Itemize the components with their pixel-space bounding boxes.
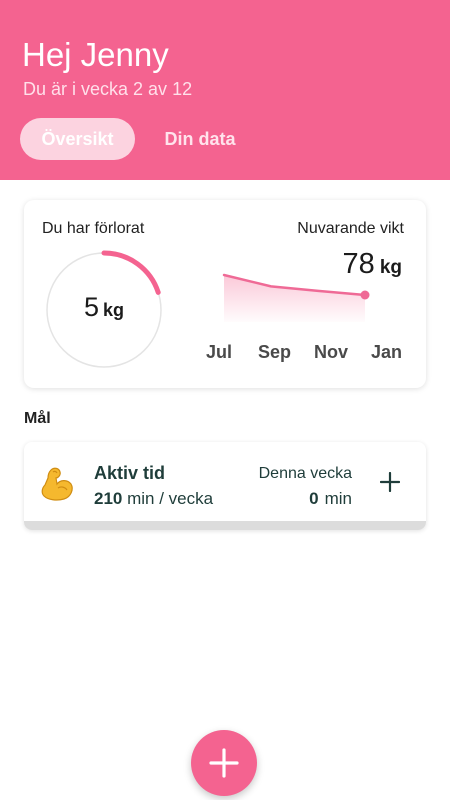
add-activity-icon[interactable] [380,472,400,492]
weight-lost-value: 5 kg [43,292,165,323]
weight-trend-current-point [360,290,370,300]
goal-card-footer-strip [24,521,426,530]
add-activity-plus [380,472,400,492]
goal-target-number: 210 [94,489,123,508]
this-week-unit: min [324,489,352,508]
biceps-shape [41,467,73,501]
ring-progress-arc [101,250,161,295]
month-label-nov: Nov [314,342,349,362]
month-label-jan: Jan [371,342,403,362]
this-week-label: Denna vecka [258,465,352,482]
flexed-biceps-icon [41,467,73,501]
tab-overview[interactable]: Översikt [20,118,135,160]
weight-lost-unit: kg [103,300,125,320]
weight-trend-chart [222,273,370,322]
goal-title: Aktiv tid [94,463,166,483]
plus-icon [209,748,239,778]
weight-lost-label: Du har förlorat [42,220,145,237]
week-progress-subtitle: Du är i vecka 2 av 12 [23,79,193,99]
plus-icon-shape [209,748,239,778]
goal-target: 210 min / vecka [94,489,213,509]
tab-your-data[interactable]: Din data [150,118,250,160]
this-week-value: 0 min [309,489,352,509]
weight-lost-number: 5 [83,292,99,322]
add-entry-button[interactable] [191,730,257,796]
header: Hej Jenny Du är i vecka 2 av 12 Översikt… [0,0,450,180]
weight-card[interactable]: Du har förlorat 5 kg Nuvarande vikt 78 kg … [24,200,426,388]
current-weight-label: Nuvarande vikt [297,220,404,237]
goal-card-active-time[interactable]: Aktiv tid 210 min / vecka Denna vecka 0m… [24,442,426,530]
month-label-jul: Jul [206,342,233,362]
goals-heading: Mål [24,410,51,427]
greeting-title: Hej Jenny [22,36,169,73]
goal-target-unit: min / vecka [127,489,214,508]
this-week-number: 0 [309,489,319,508]
weight-trend-area [224,275,365,322]
month-label-sep: Sep [258,342,292,362]
